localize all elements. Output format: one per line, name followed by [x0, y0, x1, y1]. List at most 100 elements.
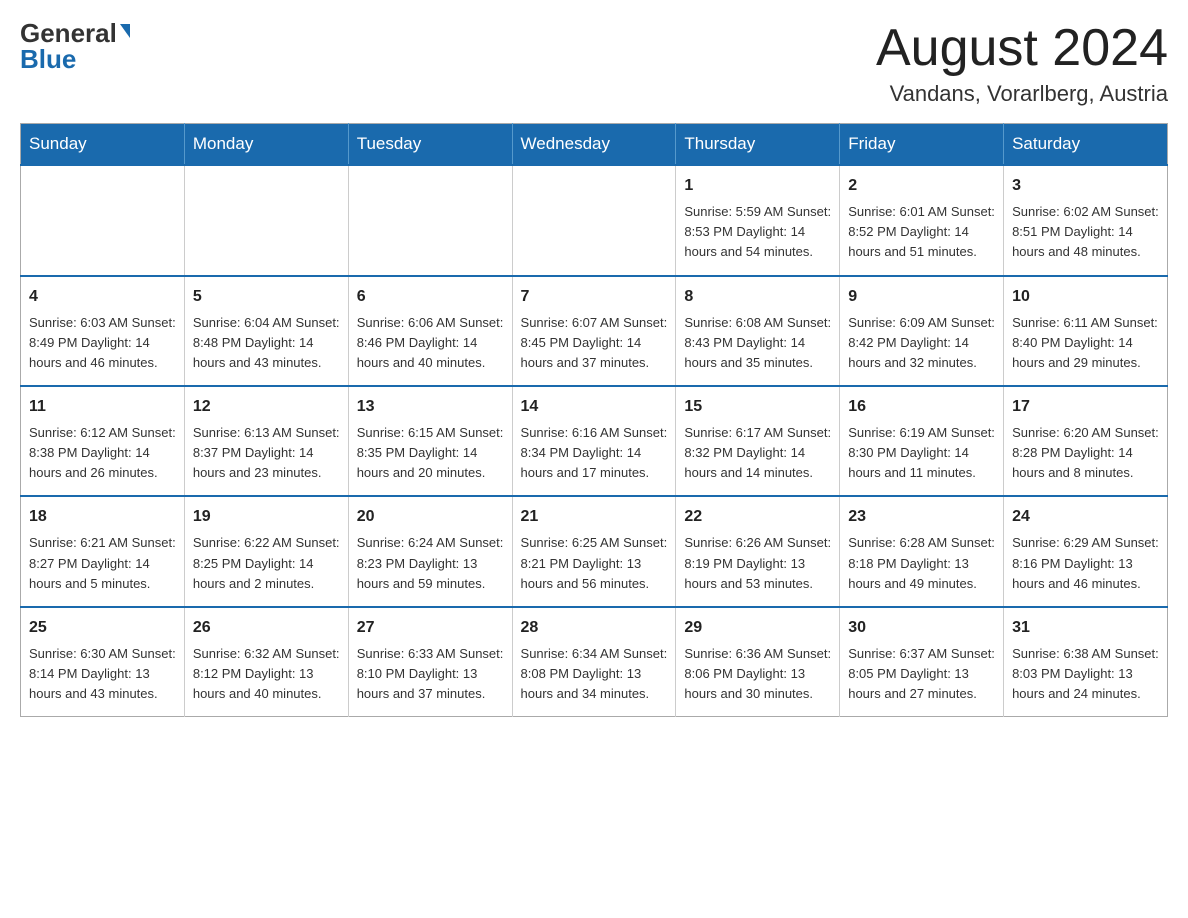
calendar-cell: 6 Sunrise: 6:06 AM Sunset: 8:46 PM Daylig… [348, 276, 512, 386]
calendar-cell: 27 Sunrise: 6:33 AM Sunset: 8:10 PM Dayli… [348, 607, 512, 717]
day-info: Sunrise: 6:22 AM Sunset: 8:25 PM Dayligh… [193, 533, 340, 593]
calendar-cell: 11 Sunrise: 6:12 AM Sunset: 8:38 PM Dayli… [21, 386, 185, 496]
day-number: 10 [1012, 285, 1159, 309]
calendar-cell: 5Sunrise: 6:04 AM Sunset: 8:48 PM Daylig… [184, 276, 348, 386]
calendar-cell: 25 Sunrise: 6:30 AM Sunset: 8:14 PM Dayli… [21, 607, 185, 717]
day-info: Sunrise: 6:36 AM Sunset: 8:06 PM Dayligh… [684, 644, 831, 704]
logo-triangle-icon [120, 24, 130, 38]
day-number: 21 [521, 505, 668, 529]
calendar-cell: 24 Sunrise: 6:29 AM Sunset: 8:16 PM Dayli… [1004, 496, 1168, 606]
calendar-week-row: 25 Sunrise: 6:30 AM Sunset: 8:14 PM Dayli… [21, 607, 1168, 717]
day-info: Sunrise: 6:30 AM Sunset: 8:14 PM Dayligh… [29, 644, 176, 704]
day-info: Sunrise: 6:17 AM Sunset: 8:32 PM Dayligh… [684, 423, 831, 483]
calendar-cell: 14 Sunrise: 6:16 AM Sunset: 8:34 PM Dayli… [512, 386, 676, 496]
day-number: 17 [1012, 395, 1159, 419]
day-info: Sunrise: 6:29 AM Sunset: 8:16 PM Dayligh… [1012, 533, 1159, 593]
day-number: 29 [684, 616, 831, 640]
calendar-cell: 17 Sunrise: 6:20 AM Sunset: 8:28 PM Dayli… [1004, 386, 1168, 496]
calendar-week-row: 4Sunrise: 6:03 AM Sunset: 8:49 PM Daylig… [21, 276, 1168, 386]
calendar-cell: 15 Sunrise: 6:17 AM Sunset: 8:32 PM Dayli… [676, 386, 840, 496]
calendar-cell [184, 165, 348, 275]
day-info: Sunrise: 6:20 AM Sunset: 8:28 PM Dayligh… [1012, 423, 1159, 483]
calendar-cell: 10 Sunrise: 6:11 AM Sunset: 8:40 PM Dayli… [1004, 276, 1168, 386]
day-info: Sunrise: 6:15 AM Sunset: 8:35 PM Dayligh… [357, 423, 504, 483]
day-of-week-header: Sunday [21, 124, 185, 166]
day-number: 18 [29, 505, 176, 529]
day-number: 1 [684, 174, 831, 198]
calendar-body: 1Sunrise: 5:59 AM Sunset: 8:53 PM Daylig… [21, 165, 1168, 717]
day-number: 28 [521, 616, 668, 640]
calendar-week-row: 1Sunrise: 5:59 AM Sunset: 8:53 PM Daylig… [21, 165, 1168, 275]
day-number: 26 [193, 616, 340, 640]
calendar-header: SundayMondayTuesdayWednesdayThursdayFrid… [21, 124, 1168, 166]
day-number: 8 [684, 285, 831, 309]
day-info: Sunrise: 6:06 AM Sunset: 8:46 PM Dayligh… [357, 313, 504, 373]
calendar-table: SundayMondayTuesdayWednesdayThursdayFrid… [20, 123, 1168, 717]
calendar-cell: 16Sunrise: 6:19 AM Sunset: 8:30 PM Dayli… [840, 386, 1004, 496]
day-info: Sunrise: 6:24 AM Sunset: 8:23 PM Dayligh… [357, 533, 504, 593]
day-number: 9 [848, 285, 995, 309]
calendar-cell: 1Sunrise: 5:59 AM Sunset: 8:53 PM Daylig… [676, 165, 840, 275]
day-info: Sunrise: 6:12 AM Sunset: 8:38 PM Dayligh… [29, 423, 176, 483]
page-header: General Blue August 2024 Vandans, Vorarl… [20, 20, 1168, 107]
day-info: Sunrise: 6:16 AM Sunset: 8:34 PM Dayligh… [521, 423, 668, 483]
day-info: Sunrise: 6:08 AM Sunset: 8:43 PM Dayligh… [684, 313, 831, 373]
calendar-cell [512, 165, 676, 275]
day-of-week-header: Friday [840, 124, 1004, 166]
day-number: 13 [357, 395, 504, 419]
calendar-week-row: 18 Sunrise: 6:21 AM Sunset: 8:27 PM Dayli… [21, 496, 1168, 606]
days-of-week-row: SundayMondayTuesdayWednesdayThursdayFrid… [21, 124, 1168, 166]
calendar-cell: 20Sunrise: 6:24 AM Sunset: 8:23 PM Dayli… [348, 496, 512, 606]
day-info: Sunrise: 6:28 AM Sunset: 8:18 PM Dayligh… [848, 533, 995, 593]
day-number: 30 [848, 616, 995, 640]
day-info: Sunrise: 6:11 AM Sunset: 8:40 PM Dayligh… [1012, 313, 1159, 373]
day-info: Sunrise: 6:01 AM Sunset: 8:52 PM Dayligh… [848, 202, 995, 262]
title-block: August 2024 Vandans, Vorarlberg, Austria [876, 20, 1168, 107]
calendar-cell: 8 Sunrise: 6:08 AM Sunset: 8:43 PM Daylig… [676, 276, 840, 386]
calendar-cell: 19Sunrise: 6:22 AM Sunset: 8:25 PM Dayli… [184, 496, 348, 606]
calendar-cell: 28 Sunrise: 6:34 AM Sunset: 8:08 PM Dayli… [512, 607, 676, 717]
day-info: Sunrise: 6:33 AM Sunset: 8:10 PM Dayligh… [357, 644, 504, 704]
day-number: 15 [684, 395, 831, 419]
day-of-week-header: Tuesday [348, 124, 512, 166]
calendar-cell: 21 Sunrise: 6:25 AM Sunset: 8:21 PM Dayli… [512, 496, 676, 606]
day-number: 24 [1012, 505, 1159, 529]
day-number: 25 [29, 616, 176, 640]
day-info: Sunrise: 6:26 AM Sunset: 8:19 PM Dayligh… [684, 533, 831, 593]
day-of-week-header: Wednesday [512, 124, 676, 166]
day-number: 5 [193, 285, 340, 309]
day-info: Sunrise: 6:21 AM Sunset: 8:27 PM Dayligh… [29, 533, 176, 593]
day-info: Sunrise: 6:25 AM Sunset: 8:21 PM Dayligh… [521, 533, 668, 593]
day-number: 6 [357, 285, 504, 309]
calendar-cell: 29 Sunrise: 6:36 AM Sunset: 8:06 PM Dayli… [676, 607, 840, 717]
logo-general-text: General [20, 20, 117, 46]
day-info: Sunrise: 6:03 AM Sunset: 8:49 PM Dayligh… [29, 313, 176, 373]
calendar-cell: 7Sunrise: 6:07 AM Sunset: 8:45 PM Daylig… [512, 276, 676, 386]
day-of-week-header: Saturday [1004, 124, 1168, 166]
day-number: 23 [848, 505, 995, 529]
day-number: 27 [357, 616, 504, 640]
calendar-cell: 3 Sunrise: 6:02 AM Sunset: 8:51 PM Daylig… [1004, 165, 1168, 275]
day-number: 2 [848, 174, 995, 198]
day-number: 14 [521, 395, 668, 419]
calendar-cell: 4Sunrise: 6:03 AM Sunset: 8:49 PM Daylig… [21, 276, 185, 386]
day-info: Sunrise: 6:02 AM Sunset: 8:51 PM Dayligh… [1012, 202, 1159, 262]
calendar-cell: 18 Sunrise: 6:21 AM Sunset: 8:27 PM Dayli… [21, 496, 185, 606]
day-number: 3 [1012, 174, 1159, 198]
calendar-cell: 30Sunrise: 6:37 AM Sunset: 8:05 PM Dayli… [840, 607, 1004, 717]
day-info: Sunrise: 6:07 AM Sunset: 8:45 PM Dayligh… [521, 313, 668, 373]
day-number: 22 [684, 505, 831, 529]
logo-blue-text: Blue [20, 46, 76, 72]
calendar-week-row: 11 Sunrise: 6:12 AM Sunset: 8:38 PM Dayli… [21, 386, 1168, 496]
day-info: Sunrise: 6:32 AM Sunset: 8:12 PM Dayligh… [193, 644, 340, 704]
calendar-cell: 31Sunrise: 6:38 AM Sunset: 8:03 PM Dayli… [1004, 607, 1168, 717]
day-of-week-header: Thursday [676, 124, 840, 166]
day-info: Sunrise: 6:38 AM Sunset: 8:03 PM Dayligh… [1012, 644, 1159, 704]
day-number: 11 [29, 395, 176, 419]
day-info: Sunrise: 6:09 AM Sunset: 8:42 PM Dayligh… [848, 313, 995, 373]
logo: General Blue [20, 20, 130, 72]
calendar-cell [348, 165, 512, 275]
calendar-cell: 12Sunrise: 6:13 AM Sunset: 8:37 PM Dayli… [184, 386, 348, 496]
day-info: Sunrise: 6:34 AM Sunset: 8:08 PM Dayligh… [521, 644, 668, 704]
day-of-week-header: Monday [184, 124, 348, 166]
